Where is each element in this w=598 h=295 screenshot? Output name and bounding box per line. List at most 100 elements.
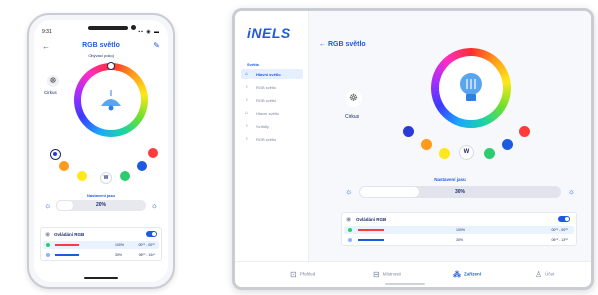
home-indicator [385, 283, 425, 285]
sidebar-heading: Světla [247, 62, 259, 67]
schedule-color-bar [358, 239, 384, 241]
room-tile-icon[interactable]: ☸ [47, 75, 59, 87]
brightness-slider[interactable]: 30% [359, 186, 561, 198]
color-wheel[interactable] [74, 62, 148, 137]
rgb-control-card: ◉ Ovládání RGB 100% 00⁰⁰ - 00⁰⁰ 30% 06⁰⁰… [341, 212, 577, 246]
preset-red[interactable] [148, 148, 158, 158]
color-wheel-center [81, 70, 141, 130]
sidebar-item-hlavni-svetlo[interactable]: ⌂ Hlavní světlo [241, 69, 303, 79]
page-title: RGB světlo [327, 41, 366, 48]
ceiling-lamp-icon: ⌂ [245, 71, 249, 77]
schedule-row[interactable]: 100% 00⁰⁰ - 00⁰⁰ [344, 226, 574, 234]
rgb-control-card: ◉ Ovládání RGB 100% 00⁰⁰ - 00⁰⁰ 30% 06⁰⁰… [40, 227, 162, 261]
brightness-low-icon: ☼ [345, 187, 353, 196]
schedule-status-dot [348, 238, 352, 242]
brightness-heading: Nastavení jasu [434, 177, 466, 182]
bulb-icon: ♁ [245, 136, 249, 142]
rgb-icon: ◉ [346, 217, 352, 223]
schedule-status-dot [348, 228, 352, 232]
brightness-high-icon: ☼ [567, 187, 575, 196]
home-indicator [84, 277, 118, 279]
brightness-heading: Nastavení jasu [86, 193, 115, 198]
preset-orange[interactable] [59, 161, 69, 171]
preset-blue-selected[interactable] [50, 149, 61, 160]
phone-screen: 9:31 ▪▪ ◉ ▬ ← RGB světlo ✎ Obývací pokoj… [34, 20, 168, 282]
phone-notch [88, 26, 128, 30]
sidebar: iNELS Světla ⌂ Hlavní světlo ♁ RGB světlo … [235, 11, 309, 261]
preset-blue[interactable] [403, 126, 414, 137]
sidebar-item-rgb-svetlo[interactable]: ♁ RGB světlo [241, 134, 303, 144]
color-wheel-handle[interactable] [107, 62, 115, 70]
brightness-high-icon: ☼ [150, 201, 158, 210]
phone-device: 9:31 ▪▪ ◉ ▬ ← RGB světlo ✎ Obývací pokoj… [27, 13, 175, 289]
overview-icon: ⊡ [290, 270, 297, 279]
ceiling-lamp-icon [101, 90, 121, 111]
brightness-value: 30% [454, 189, 465, 195]
nav-zarizeni[interactable]: ⁂ Zařízení [453, 270, 481, 279]
bulb-icon: ♁ [245, 84, 249, 90]
rgb-toggle[interactable] [558, 216, 570, 222]
room-tile-icon[interactable]: ☸ [345, 90, 362, 107]
brightness-slider[interactable]: 20% [56, 200, 146, 211]
preset-green[interactable] [120, 171, 130, 181]
schedule-percent: 30% [115, 253, 123, 257]
schedule-time: 00⁰⁰ - 00⁰⁰ [138, 243, 155, 247]
schedule-row[interactable]: 30% 06⁰⁰ - 13⁰⁰ [344, 236, 574, 244]
preset-yellow[interactable] [439, 148, 450, 159]
schedule-row[interactable]: 30% 06⁰⁰ - 16³⁰ [43, 251, 159, 259]
bulb-icon: ♁ [245, 97, 249, 103]
bulb-icon: ♁ [245, 123, 249, 129]
preset-white[interactable]: W [100, 172, 112, 184]
schedule-color-bar [55, 244, 79, 246]
schedule-time: 06⁰⁰ - 16³⁰ [138, 253, 155, 257]
sidebar-item-rgb-svetlo[interactable]: ♁ RGB světlo [241, 82, 303, 92]
color-wheel[interactable] [431, 48, 511, 128]
nav-mistnosti[interactable]: ⊟ Místnosti [373, 270, 401, 279]
rgb-toggle[interactable] [146, 231, 157, 237]
rgb-icon: ◉ [45, 232, 51, 238]
user-icon: ♙ [535, 270, 543, 279]
page-title: RGB světlo [82, 42, 120, 49]
schedule-row[interactable]: 100% 00⁰⁰ - 00⁰⁰ [43, 241, 159, 249]
edit-pencil-icon[interactable]: ✎ [153, 41, 160, 50]
brightness-low-icon: ☼ [44, 201, 52, 210]
sidebar-item-hlavni-svetlo[interactable]: ⌂ Hlavní světlo [241, 108, 303, 118]
ceiling-lamp-icon: ⌂ [245, 110, 249, 116]
main-content: ← RGB světlo ☸ Cirkus W Nastavení jasu ☼… [309, 11, 591, 261]
sidebar-item-svitidly[interactable]: ♁ Svítidly [241, 121, 303, 131]
preset-orange[interactable] [421, 139, 432, 150]
schedule-color-bar [358, 229, 384, 231]
brightness-value: 20% [95, 202, 106, 208]
schedule-time: 00⁰⁰ - 00⁰⁰ [551, 228, 568, 232]
status-time: 9:31 [42, 29, 52, 35]
room-tile-label: Cirkus [345, 114, 360, 120]
preset-white[interactable]: W [459, 145, 474, 160]
preset-red[interactable] [519, 126, 530, 137]
schedule-percent: 30% [456, 238, 464, 242]
rgb-control-label: Ovládání RGB [356, 217, 387, 222]
schedule-status-dot [46, 243, 50, 247]
preset-green[interactable] [484, 148, 495, 159]
schedule-percent: 100% [456, 228, 465, 232]
preset-royal-blue[interactable] [137, 161, 147, 171]
rgb-control-label: Ovládání RGB [54, 232, 85, 237]
schedule-status-dot [46, 253, 50, 257]
sofa-icon: ⊟ [373, 270, 380, 279]
schedule-time: 06⁰⁰ - 13⁰⁰ [551, 238, 568, 242]
sidebar-item-rgb-svetlo[interactable]: ♁ RGB světlo [241, 95, 303, 105]
schedule-percent: 100% [115, 243, 124, 247]
brand-logo: iNELS [247, 25, 291, 41]
preset-yellow[interactable] [77, 171, 87, 181]
status-icons: ▪▪ ◉ ▬ [138, 29, 160, 35]
nav-ucet[interactable]: ♙ Účet [535, 270, 554, 279]
phone-camera [131, 25, 136, 30]
led-bulb-icon [460, 73, 482, 101]
nav-prehled[interactable]: ⊡ Přehled [290, 270, 315, 279]
schedule-color-bar [55, 254, 79, 256]
room-subtitle: Obývací pokoj [88, 53, 114, 58]
room-tile-label: Cirkus [44, 90, 57, 95]
bottom-navigation: ⊡ Přehled ⊟ Místnosti ⁂ Zařízení ♙ Účet [235, 261, 591, 287]
preset-royal-blue[interactable] [502, 139, 513, 150]
devices-icon: ⁂ [453, 270, 461, 279]
back-button[interactable]: ← RGB světlo [319, 41, 366, 48]
